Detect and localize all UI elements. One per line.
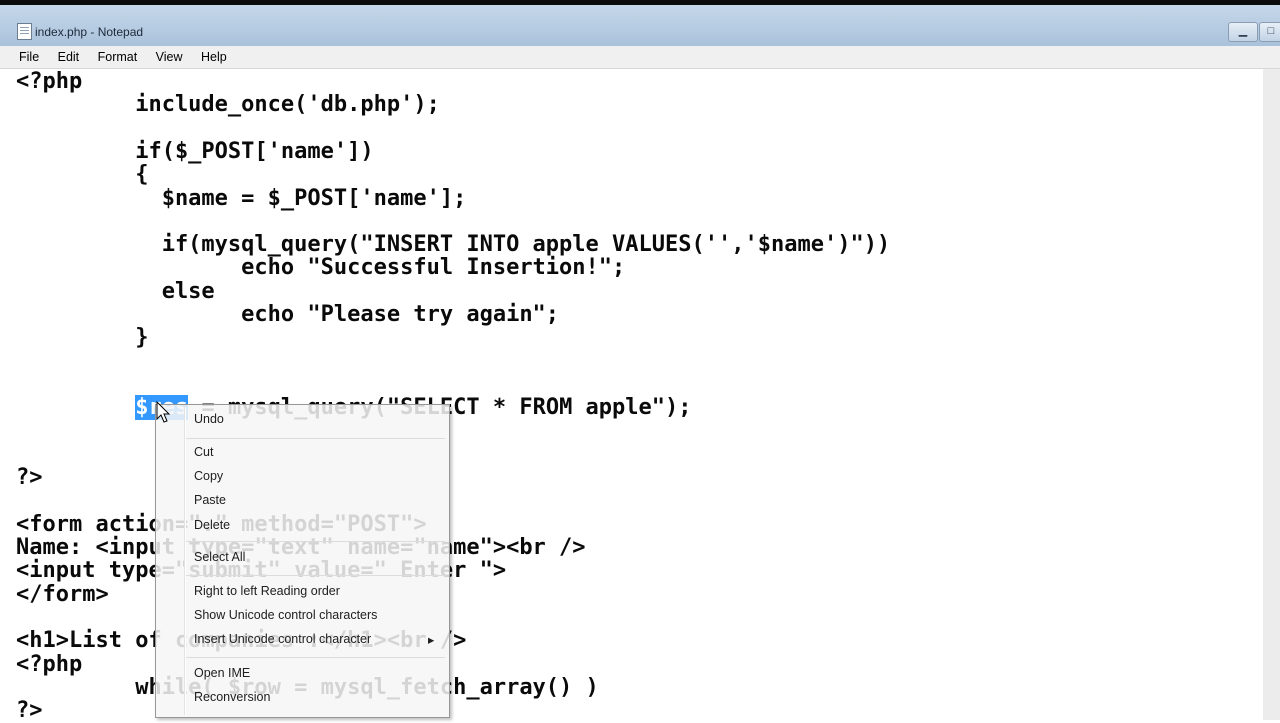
code-line: </form> — [16, 581, 109, 607]
ctx-cut[interactable]: Cut — [194, 445, 213, 459]
mouse-pointer-icon — [156, 401, 171, 423]
code-line: include_once('db.php'); — [16, 92, 440, 118]
ctx-open-ime[interactable]: Open IME — [194, 666, 250, 680]
code-line: $name = $_POST['name']; — [16, 185, 467, 211]
menu-file[interactable]: File — [19, 46, 39, 68]
code-line: ?> — [16, 698, 43, 723]
ctx-separator — [186, 438, 445, 439]
window-title: index.php - Notepad — [35, 25, 144, 39]
code-line: else — [16, 278, 215, 304]
notepad-icon[interactable] — [17, 23, 32, 40]
code-line: ?> — [16, 465, 43, 491]
ctx-separator — [186, 575, 445, 576]
ctx-right-to-left[interactable]: Right to left Reading order — [194, 584, 340, 598]
screen-edge — [0, 0, 1280, 5]
submenu-arrow-icon: ▸ — [428, 633, 435, 647]
code-line: echo "Successful Insertion!"; — [16, 255, 626, 281]
context-menu: Undo Cut Copy Paste Delete Select All Ri… — [155, 404, 450, 718]
vertical-scrollbar[interactable] — [1263, 69, 1280, 720]
menu-format[interactable]: Format — [98, 46, 138, 68]
code-line: if(mysql_query("INSERT INTO apple VALUES… — [16, 232, 891, 258]
menu-view[interactable]: View — [156, 46, 183, 68]
ctx-show-unicode[interactable]: Show Unicode control characters — [194, 608, 377, 622]
title-bar[interactable]: index.php - Notepad ▁ □ — [0, 0, 1280, 46]
code-line: <?php — [16, 651, 83, 677]
minimize-button[interactable]: ▁ — [1228, 22, 1258, 42]
ctx-delete[interactable]: Delete — [194, 518, 230, 532]
ctx-undo[interactable]: Undo — [194, 412, 224, 426]
ctx-separator — [186, 657, 445, 658]
context-menu-gutter — [184, 407, 186, 715]
maximize-button[interactable]: □ — [1259, 22, 1280, 42]
code-line: echo "Please try again"; — [16, 302, 560, 327]
ctx-paste[interactable]: Paste — [194, 493, 226, 507]
maximize-icon: □ — [1267, 25, 1275, 37]
code-line: } — [16, 325, 149, 351]
code-line: <?php — [16, 69, 83, 94]
code-line: if($_POST['name']) — [16, 138, 374, 164]
ctx-separator — [186, 541, 445, 542]
ctx-insert-unicode[interactable]: Insert Unicode control character — [194, 632, 371, 646]
menu-edit[interactable]: Edit — [58, 46, 80, 68]
code-line: { — [16, 162, 149, 188]
ctx-reconversion[interactable]: Reconversion — [194, 690, 270, 704]
menu-help[interactable]: Help — [201, 46, 227, 68]
ctx-select-all[interactable]: Select All — [194, 550, 245, 564]
menu-bar: File Edit Format View Help — [0, 46, 1280, 69]
minimize-icon: ▁ — [1238, 25, 1248, 37]
ctx-copy[interactable]: Copy — [194, 469, 223, 483]
